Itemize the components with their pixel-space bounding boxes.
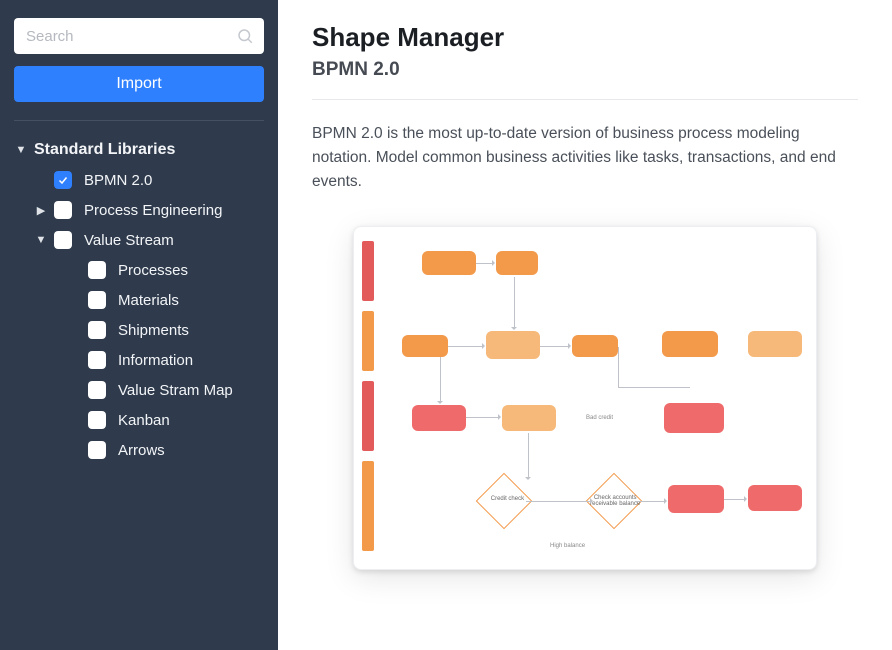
flow-connector: [636, 501, 666, 502]
bpmn-preview-card: Bad credit Credit check Check accounts r…: [353, 226, 817, 570]
flow-shape: [502, 405, 556, 431]
flow-shape: [748, 331, 802, 357]
checkbox-processes[interactable]: [88, 261, 106, 279]
flow-connector: [448, 346, 484, 347]
flow-connector: [440, 357, 441, 403]
checkbox-value-stream[interactable]: [54, 231, 72, 249]
checkbox-bpmn[interactable]: [54, 171, 72, 189]
tree-item-information[interactable]: Information: [88, 345, 264, 375]
flow-edge-label: High balance: [550, 543, 585, 549]
flow-connector: [618, 347, 619, 387]
tree-item-label: Value Stream: [84, 232, 174, 249]
flow-shape: [662, 331, 718, 357]
tree-item-shipments[interactable]: Shipments: [88, 315, 264, 345]
flow-shape: [402, 335, 448, 357]
checkbox-shipments[interactable]: [88, 321, 106, 339]
flow-gateway: Credit check: [476, 473, 533, 530]
flow-shape: [412, 405, 466, 431]
flow-connector: [528, 433, 529, 479]
tree-item-label: Materials: [118, 292, 179, 309]
flow-connector: [540, 346, 570, 347]
checkbox-value-stream-map[interactable]: [88, 381, 106, 399]
tree-item-process-engineering[interactable]: ▶ Process Engineering: [34, 195, 264, 225]
sidebar: Import ▼ Standard Libraries ▶ BPMN 2.0 ▶: [0, 0, 278, 650]
tree-item-label: Shipments: [118, 322, 189, 339]
flow-shape: [496, 251, 538, 275]
flow-connector: [618, 387, 690, 388]
header-divider: [312, 99, 858, 100]
tree-item-value-stream[interactable]: ▼ Value Stream: [34, 225, 264, 255]
lane-bar-sales: [362, 311, 374, 371]
search-wrap: [14, 18, 264, 54]
lane-bar-management: [362, 381, 374, 451]
tree-item-value-stream-map[interactable]: Value Stram Map: [88, 375, 264, 405]
flow-connector: [724, 499, 746, 500]
checkbox-arrows[interactable]: [88, 441, 106, 459]
caret-right-icon: ▶: [34, 204, 48, 217]
page-title: Shape Manager: [312, 22, 858, 53]
tree-header-label: Standard Libraries: [34, 141, 175, 159]
flow-edge-label: Bad credit: [586, 415, 613, 421]
main-panel: Shape Manager BPMN 2.0 BPMN 2.0 is the m…: [278, 0, 892, 650]
flow-connector: [526, 501, 592, 502]
tree-item-arrows[interactable]: Arrows: [88, 435, 264, 465]
lane-bar-credit: [362, 461, 374, 551]
flow-connector: [476, 263, 494, 264]
tree-item-label: Information: [118, 352, 193, 369]
search-input[interactable]: [14, 18, 264, 54]
flow-shape: [572, 335, 618, 357]
checkbox-process-engineering[interactable]: [54, 201, 72, 219]
tree-item-label: Processes: [118, 262, 188, 279]
tree-item-label: Kanban: [118, 412, 170, 429]
caret-down-icon: ▼: [34, 234, 48, 246]
tree-item-bpmn[interactable]: ▶ BPMN 2.0: [34, 165, 264, 195]
tree-item-label: BPMN 2.0: [84, 172, 152, 189]
checkbox-materials[interactable]: [88, 291, 106, 309]
flow-shape: [486, 331, 540, 359]
lane-bar-customer: [362, 241, 374, 301]
checkbox-kanban[interactable]: [88, 411, 106, 429]
tree-item-label: Process Engineering: [84, 202, 222, 219]
tree-item-label: Arrows: [118, 442, 165, 459]
sidebar-divider: [14, 120, 264, 121]
tree-item-materials[interactable]: Materials: [88, 285, 264, 315]
tree-item-processes[interactable]: Processes: [88, 255, 264, 285]
flow-connector: [466, 417, 500, 418]
library-description: BPMN 2.0 is the most up-to-date version …: [312, 122, 858, 194]
flow-shape: [422, 251, 476, 275]
flow-shape: [664, 403, 724, 433]
checkbox-information[interactable]: [88, 351, 106, 369]
tree-item-kanban[interactable]: Kanban: [88, 405, 264, 435]
tree-item-label: Value Stram Map: [118, 382, 233, 399]
tree-header-standard-libraries[interactable]: ▼ Standard Libraries: [14, 135, 264, 165]
caret-down-icon: ▼: [14, 144, 28, 156]
page-subtitle: BPMN 2.0: [312, 59, 858, 81]
library-tree: ▼ Standard Libraries ▶ BPMN 2.0 ▶: [14, 135, 264, 465]
flow-connector: [514, 277, 515, 329]
flow-shape: [668, 485, 724, 513]
import-button[interactable]: Import: [14, 66, 264, 102]
flow-shape: [748, 485, 802, 511]
preview-wrap: Bad credit Credit check Check accounts r…: [312, 226, 858, 570]
